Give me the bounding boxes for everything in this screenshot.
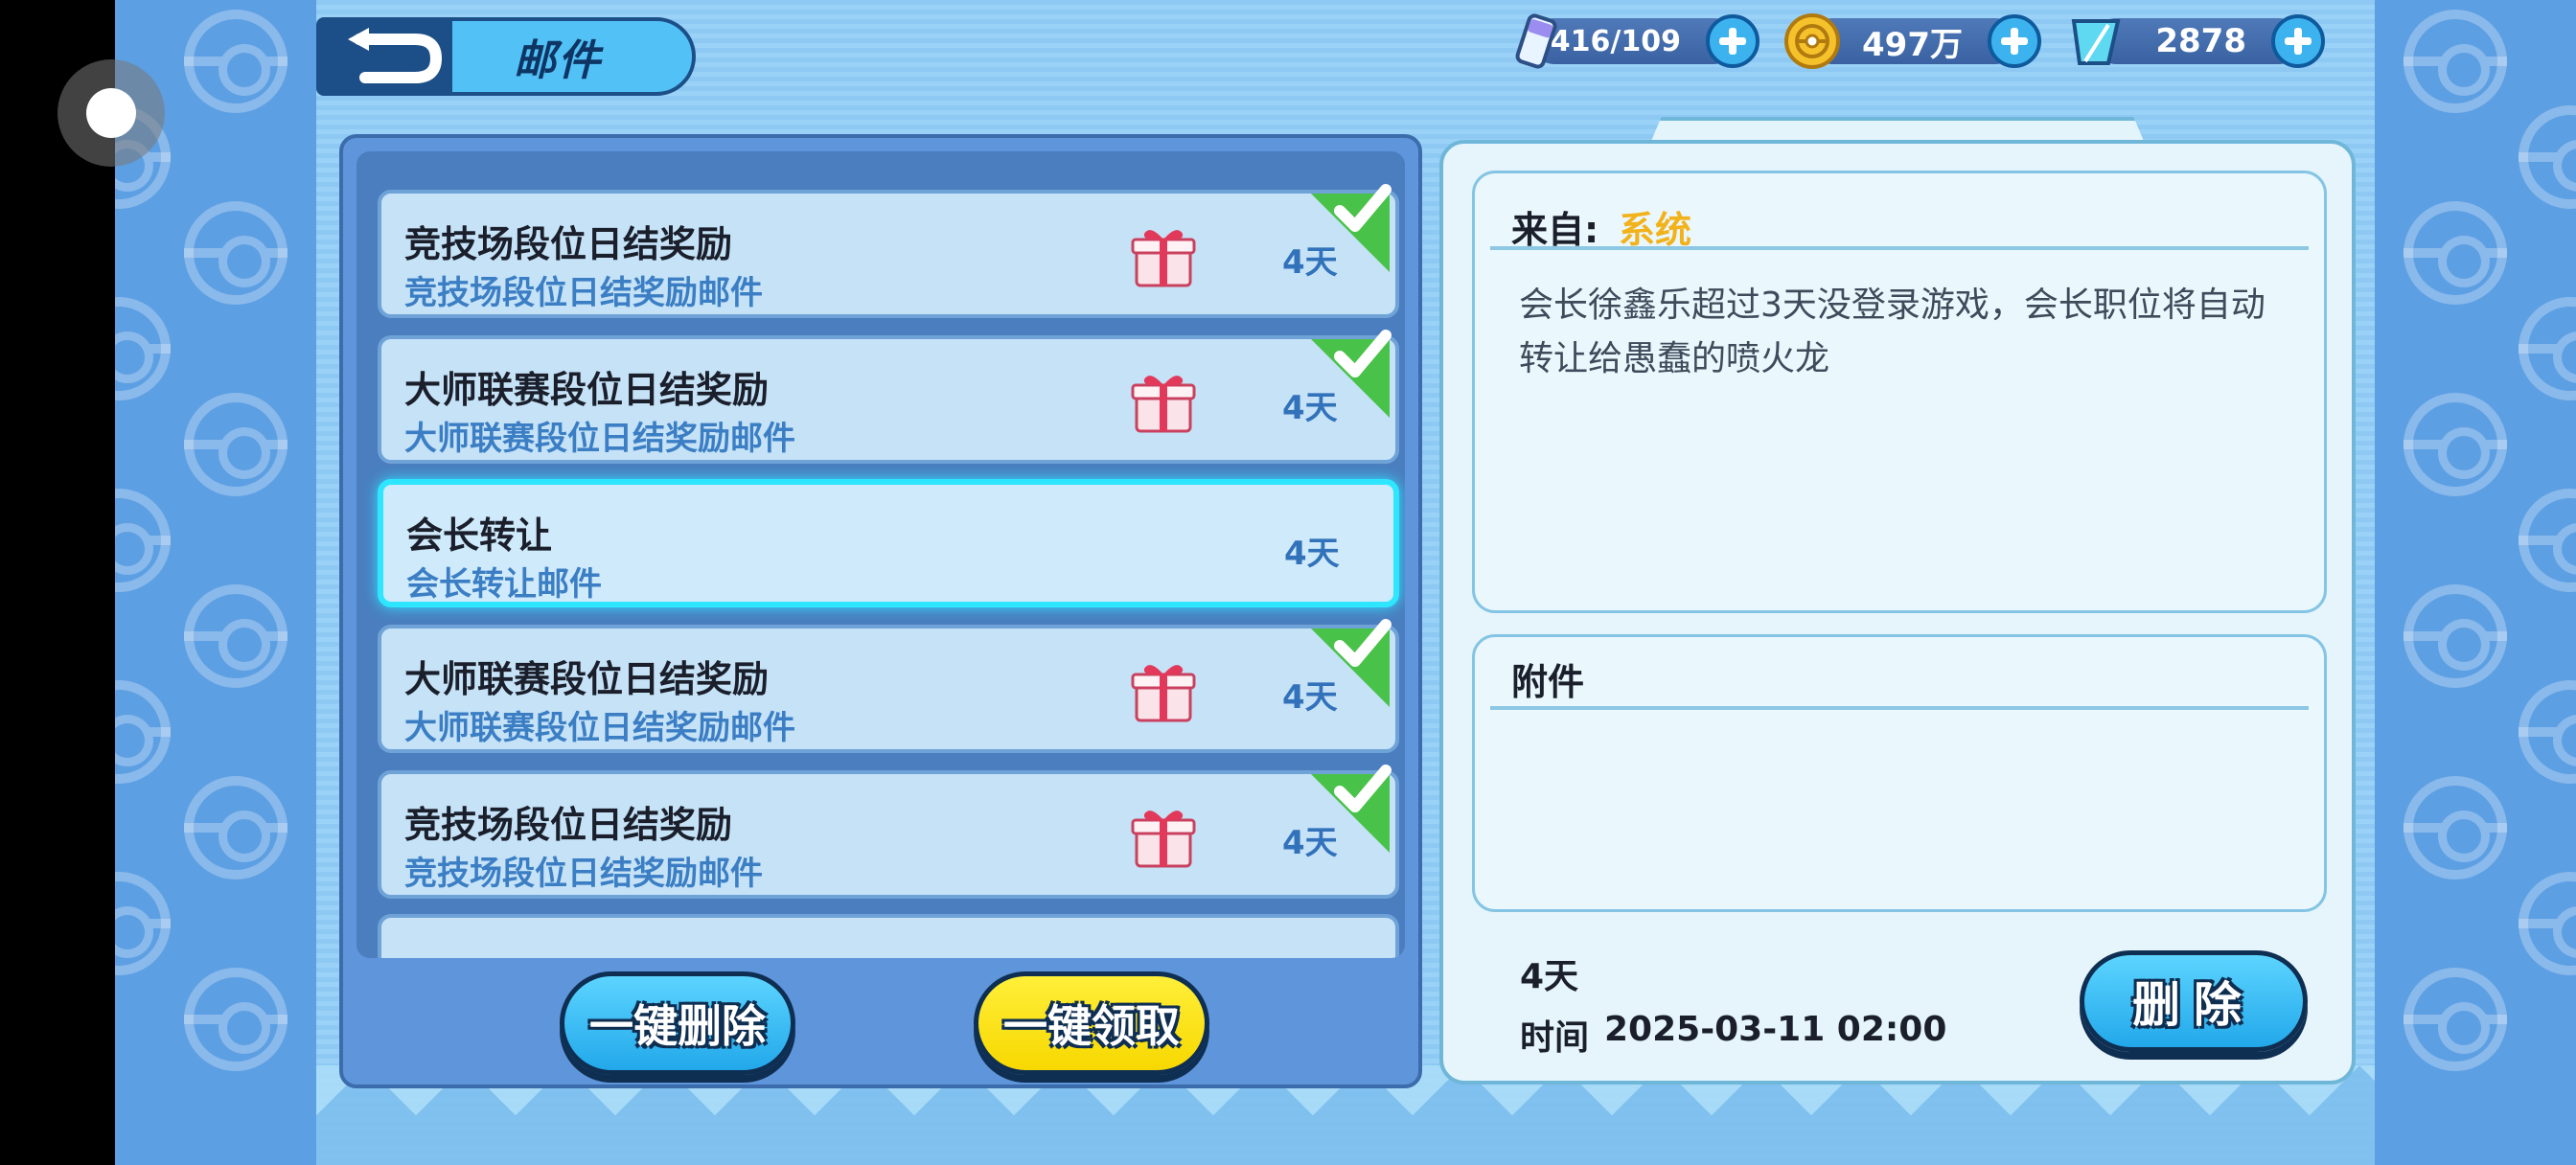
divider [1490, 246, 2309, 250]
gift-icon [1131, 665, 1196, 722]
gift-icon [1131, 376, 1196, 433]
page-title-pill: 邮件 [448, 17, 696, 96]
coin-add-button[interactable] [1988, 14, 2041, 68]
mail-subtitle: 大师联赛段位日结奖励邮件 [404, 709, 795, 747]
pokeball-icon [2404, 10, 2507, 113]
mail-list-panel: 竞技场段位日结奖励 竞技场段位日结奖励邮件 4天 大师联赛段位日结奖励 大师联赛… [339, 134, 1422, 1088]
gift-icon [1131, 811, 1196, 868]
coin-value: 497万 [1862, 25, 1963, 64]
stamina-counter: 1416/109 [1508, 11, 1760, 71]
time-value: 2025-03-11 02:00 [1604, 1010, 1947, 1049]
claimed-check-icon [1311, 184, 1392, 272]
pokeball-icon [2404, 393, 2507, 496]
mail-item[interactable]: 大师联赛段位日结奖励 大师联赛段位日结奖励邮件 4天 [378, 330, 1399, 464]
mail-subtitle: 竞技场段位日结奖励邮件 [404, 855, 763, 893]
message-box: 来自: 系统 会长徐鑫乐超过3天没登录游戏，会长职位将自动转让给愚蠢的喷火龙 [1472, 171, 2327, 613]
claimed-check-icon [1311, 619, 1392, 707]
gift-icon [1131, 230, 1196, 287]
pokeball-icon [115, 297, 171, 400]
pokeball-icon [184, 393, 288, 496]
sender-label: 来自: [1511, 209, 1599, 251]
delete-all-button[interactable]: 一键删除 [560, 971, 795, 1075]
mail-detail-panel: 来自: 系统 会长徐鑫乐超过3天没登录游戏，会长职位将自动转让给愚蠢的喷火龙 附… [1439, 140, 2356, 1085]
coin-counter: 497万 [1782, 11, 2041, 71]
mail-subtitle: 竞技场段位日结奖励邮件 [404, 274, 763, 312]
claimed-check-icon [1311, 330, 1392, 418]
mail-item[interactable]: 竞技场段位日结奖励 竞技场段位日结奖励邮件 4天 [378, 765, 1399, 899]
pokeball-icon [2404, 776, 2507, 879]
back-arrow-icon [348, 28, 443, 83]
pokeball-icon [184, 776, 288, 879]
coin-icon [1782, 11, 1842, 71]
mail-title: 大师联赛段位日结奖励 [404, 369, 770, 411]
mail-item[interactable]: 竞技场段位日结奖励 竞技场段位日结奖励邮件 4天 [378, 184, 1399, 318]
pokeball-icon [2404, 968, 2507, 1071]
right-pokeball-pattern [2375, 0, 2576, 1165]
gem-add-button[interactable] [2271, 14, 2325, 68]
mail-subtitle: 会长转让邮件 [406, 565, 602, 604]
pokeball-icon [115, 489, 171, 592]
divider [1490, 706, 2309, 710]
gem-value: 2878 [2155, 22, 2246, 60]
floating-assist-button[interactable] [58, 59, 165, 167]
attachment-label: 附件 [1511, 661, 1585, 703]
pokeball-icon [2518, 872, 2576, 975]
mail-item-selected[interactable]: 会长转让 会长转让邮件 4天 [378, 479, 1399, 607]
pokeball-icon [115, 872, 171, 975]
back-button[interactable] [316, 17, 470, 96]
gem-icon [2066, 11, 2126, 71]
ticket-icon [1508, 11, 1568, 71]
delete-button[interactable]: 删除 [2080, 950, 2308, 1052]
mail-title: 竞技场段位日结奖励 [404, 223, 733, 265]
pokeball-icon [184, 201, 288, 305]
mail-list[interactable]: 竞技场段位日结奖励 竞技场段位日结奖励邮件 4天 大师联赛段位日结奖励 大师联赛… [356, 151, 1405, 958]
gem-counter: 2878 [2066, 11, 2325, 71]
pokeball-icon [2518, 297, 2576, 400]
mail-item[interactable]: 大师联赛段位日结奖励 大师联赛段位日结奖励邮件 4天 [378, 619, 1399, 753]
left-pokeball-pattern [115, 0, 316, 1165]
pokeball-icon [184, 968, 288, 1071]
pokeball-icon [2518, 105, 2576, 209]
pokeball-icon [115, 680, 171, 784]
claim-all-button[interactable]: 一键领取 [974, 971, 1209, 1075]
mail-days: 4天 [1284, 535, 1340, 573]
expiry-days: 4天 [1520, 957, 1579, 996]
pokeball-icon [2404, 584, 2507, 688]
black-strip [0, 0, 115, 1165]
mail-item-partial[interactable] [378, 914, 1399, 958]
stamina-add-button[interactable] [1706, 14, 1760, 68]
mail-title: 大师联赛段位日结奖励 [404, 658, 770, 700]
pokeball-icon [2518, 680, 2576, 784]
mail-subtitle: 大师联赛段位日结奖励邮件 [404, 420, 795, 458]
page-title: 邮件 [514, 36, 602, 85]
pokeball-icon [184, 10, 288, 113]
time-label: 时间 [1520, 1018, 1590, 1058]
claimed-check-icon [1311, 765, 1392, 853]
pokeball-icon [2404, 201, 2507, 305]
assist-dot-icon [86, 88, 136, 138]
mail-title: 会长转让 [406, 514, 553, 557]
pokeball-icon [2518, 489, 2576, 592]
mail-title: 竞技场段位日结奖励 [404, 804, 733, 846]
message-body: 会长徐鑫乐超过3天没登录游戏，会长职位将自动转让给愚蠢的喷火龙 [1519, 286, 2266, 378]
sender-value: 系统 [1619, 209, 1692, 251]
pokeball-icon [184, 584, 288, 688]
attachment-box: 附件 [1472, 634, 2327, 912]
game-screen: 邮件 1416/109 497万 2878 竞技场段位日结奖励 竞技场段位日结奖… [0, 0, 2576, 1165]
